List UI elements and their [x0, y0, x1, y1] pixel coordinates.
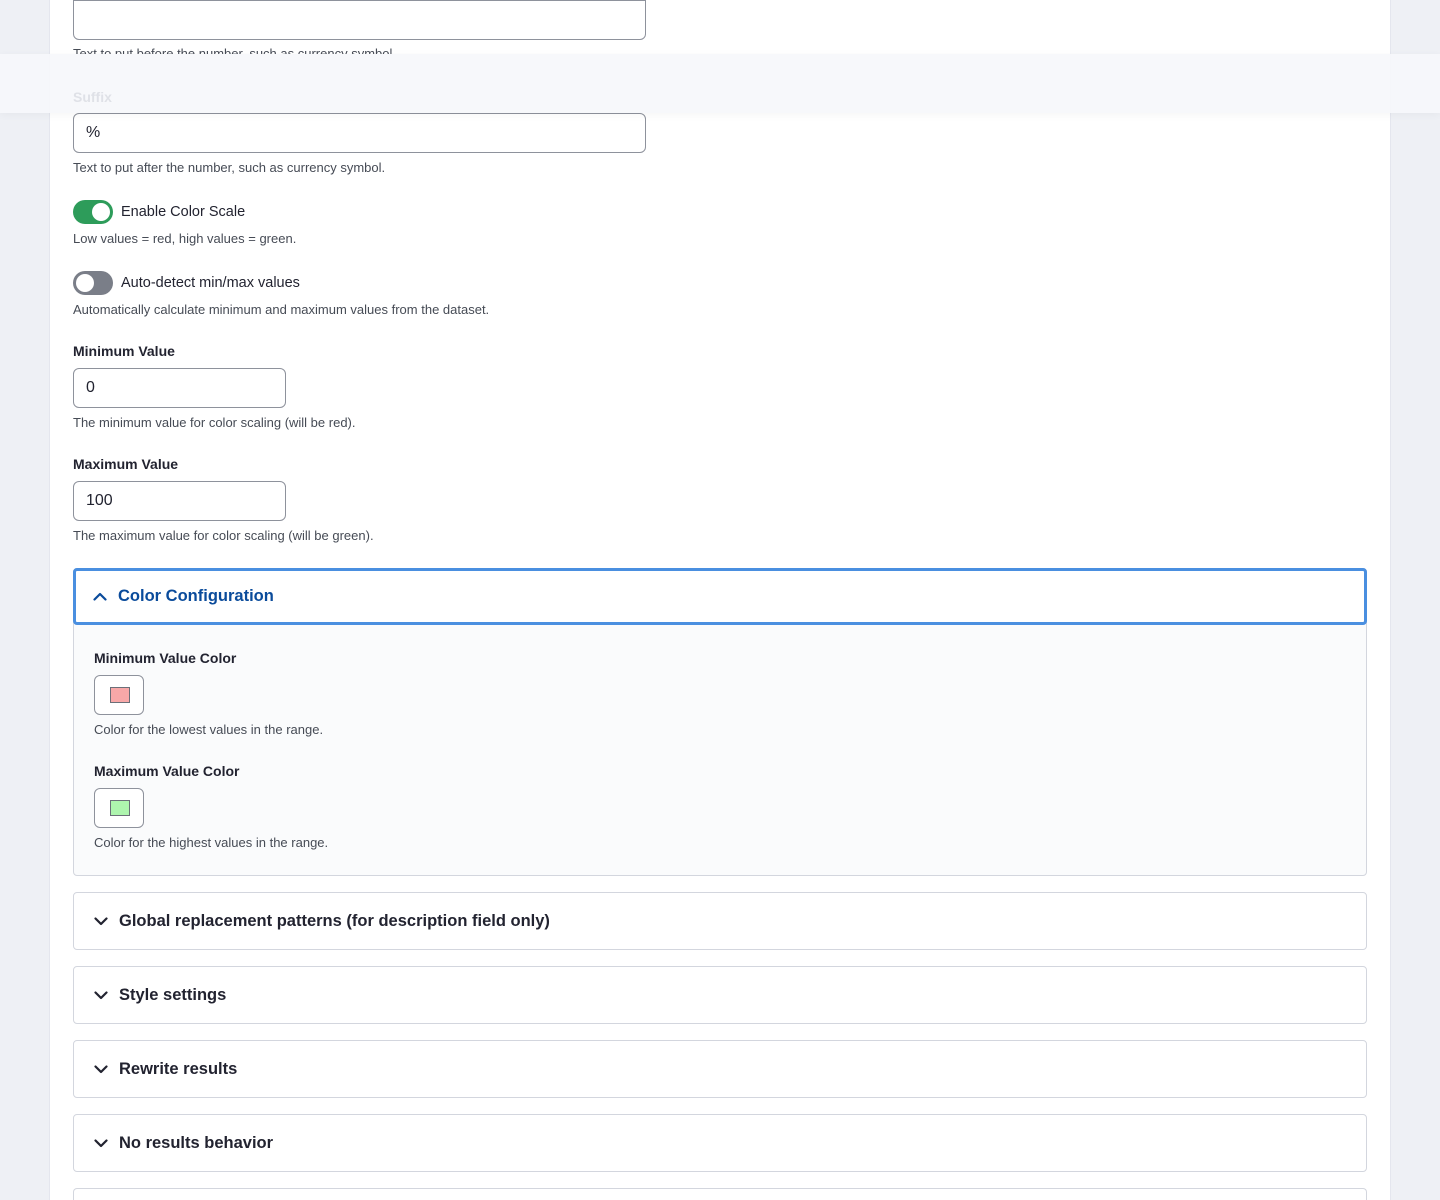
chevron-down-icon: [92, 912, 110, 930]
toggle-knob: [92, 203, 110, 221]
suffix-description: Text to put after the number, such as cu…: [73, 160, 386, 175]
suffix-input[interactable]: %: [73, 113, 646, 153]
toggle-knob: [76, 274, 94, 292]
max-color-swatch: [110, 800, 130, 816]
minimum-value: 0: [86, 379, 95, 396]
min-color-swatch: [110, 687, 130, 703]
section-summary[interactable]: Rewrite results: [74, 1041, 1366, 1097]
auto-detect-description: Automatically calculate minimum and maxi…: [73, 302, 490, 317]
minimum-value-label: Minimum Value: [73, 343, 175, 359]
auto-detect-label: Auto-detect min/max values: [121, 275, 300, 291]
maximum-value: 100: [86, 492, 113, 509]
minimum-value-input[interactable]: 0: [73, 368, 286, 408]
chevron-down-icon: [92, 1060, 110, 1078]
section-global-replacement-patterns[interactable]: Global replacement patterns (for descrip…: [73, 892, 1367, 950]
color-scale-toggle[interactable]: [73, 200, 113, 224]
section-title: Style settings: [119, 985, 227, 1004]
section-next[interactable]: [73, 1188, 1367, 1200]
section-title: Rewrite results: [119, 1059, 238, 1078]
max-color-description: Color for the highest values in the rang…: [94, 835, 329, 850]
section-summary[interactable]: Global replacement patterns (for descrip…: [74, 893, 1366, 949]
section-rewrite-results[interactable]: Rewrite results: [73, 1040, 1367, 1098]
color-configuration-toggle[interactable]: Color Configuration: [73, 568, 1367, 625]
suffix-label: Suffix: [73, 89, 112, 105]
section-title: No results behavior: [119, 1133, 274, 1152]
section-style-settings[interactable]: Style settings: [73, 966, 1367, 1024]
color-scale-description: Low values = red, high values = green.: [73, 231, 297, 246]
section-summary[interactable]: Style settings: [74, 967, 1366, 1023]
section-summary[interactable]: No results behavior: [74, 1115, 1366, 1171]
chevron-up-icon: [91, 588, 109, 606]
max-color-picker[interactable]: [94, 788, 144, 828]
auto-detect-toggle[interactable]: [73, 271, 113, 295]
section-no-results-behavior[interactable]: No results behavior: [73, 1114, 1367, 1172]
maximum-value-input[interactable]: 100: [73, 481, 286, 521]
chevron-down-icon: [92, 986, 110, 1004]
prefix-description: Text to put before the number, such as c…: [73, 46, 396, 54]
minimum-value-description: The minimum value for color scaling (wil…: [73, 415, 356, 430]
prefix-input[interactable]: [73, 0, 646, 40]
chevron-down-icon: [92, 1134, 110, 1152]
sticky-toolbar: [0, 54, 1440, 113]
section-title: Global replacement patterns (for descrip…: [119, 911, 550, 930]
min-color-description: Color for the lowest values in the range…: [94, 722, 324, 737]
color-configuration-title: Color Configuration: [118, 587, 274, 605]
suffix-input-value: %: [86, 124, 101, 141]
maximum-value-label: Maximum Value: [73, 456, 179, 472]
color-scale-label: Enable Color Scale: [121, 204, 246, 220]
max-color-label: Maximum Value Color: [94, 763, 240, 779]
min-color-picker[interactable]: [94, 675, 144, 715]
maximum-value-description: The maximum value for color scaling (wil…: [73, 528, 374, 543]
min-color-label: Minimum Value Color: [94, 650, 237, 666]
